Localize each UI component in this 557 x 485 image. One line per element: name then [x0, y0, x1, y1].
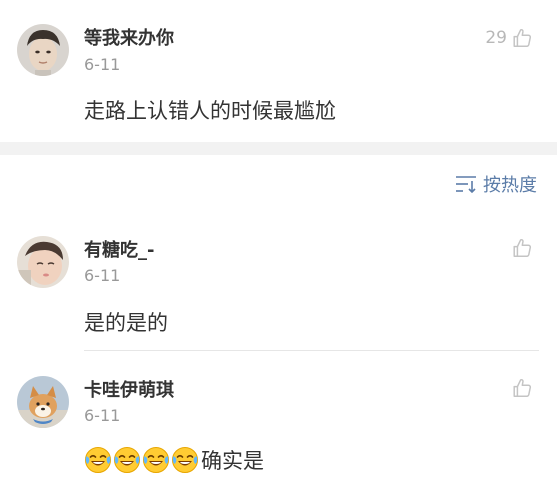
comment-date: 6-11 — [84, 55, 121, 74]
sort-row: 按热度 — [0, 155, 557, 215]
comment-text-body: 确实是 — [201, 449, 264, 473]
comment-date: 6-11 — [84, 266, 121, 285]
laugh-cry-emoji-icon — [113, 446, 141, 474]
section-separator — [0, 142, 557, 155]
avatar[interactable] — [17, 236, 69, 288]
thumbs-up-icon — [511, 377, 533, 399]
comment-date: 6-11 — [84, 406, 121, 425]
comment-text: 是的是的 — [84, 311, 168, 335]
avatar[interactable] — [17, 376, 69, 428]
laugh-cry-emoji-icon — [171, 446, 199, 474]
username[interactable]: 卡哇伊萌琪 — [84, 376, 174, 402]
username[interactable]: 有糖吃_- — [84, 236, 154, 262]
like-button[interactable]: 29 — [485, 27, 533, 49]
comment-text: 确实是 — [84, 445, 264, 475]
sort-icon — [456, 176, 476, 193]
divider — [84, 350, 539, 351]
like-button[interactable] — [511, 377, 533, 399]
like-button[interactable] — [511, 237, 533, 259]
comment-text: 走路上认错人的时候最尴尬 — [84, 99, 336, 123]
thumbs-up-icon — [511, 237, 533, 259]
like-count: 29 — [485, 28, 507, 48]
thumbs-up-icon — [511, 27, 533, 49]
main-comment: 等我来办你 6-11 走路上认错人的时候最尴尬 29 — [0, 0, 557, 142]
avatar[interactable] — [17, 24, 69, 76]
laugh-cry-emoji-icon — [84, 446, 112, 474]
username[interactable]: 等我来办你 — [84, 24, 174, 50]
laugh-cry-emoji-icon — [142, 446, 170, 474]
sort-by-hot-button[interactable]: 按热度 — [455, 171, 537, 197]
sort-label: 按热度 — [483, 175, 537, 196]
